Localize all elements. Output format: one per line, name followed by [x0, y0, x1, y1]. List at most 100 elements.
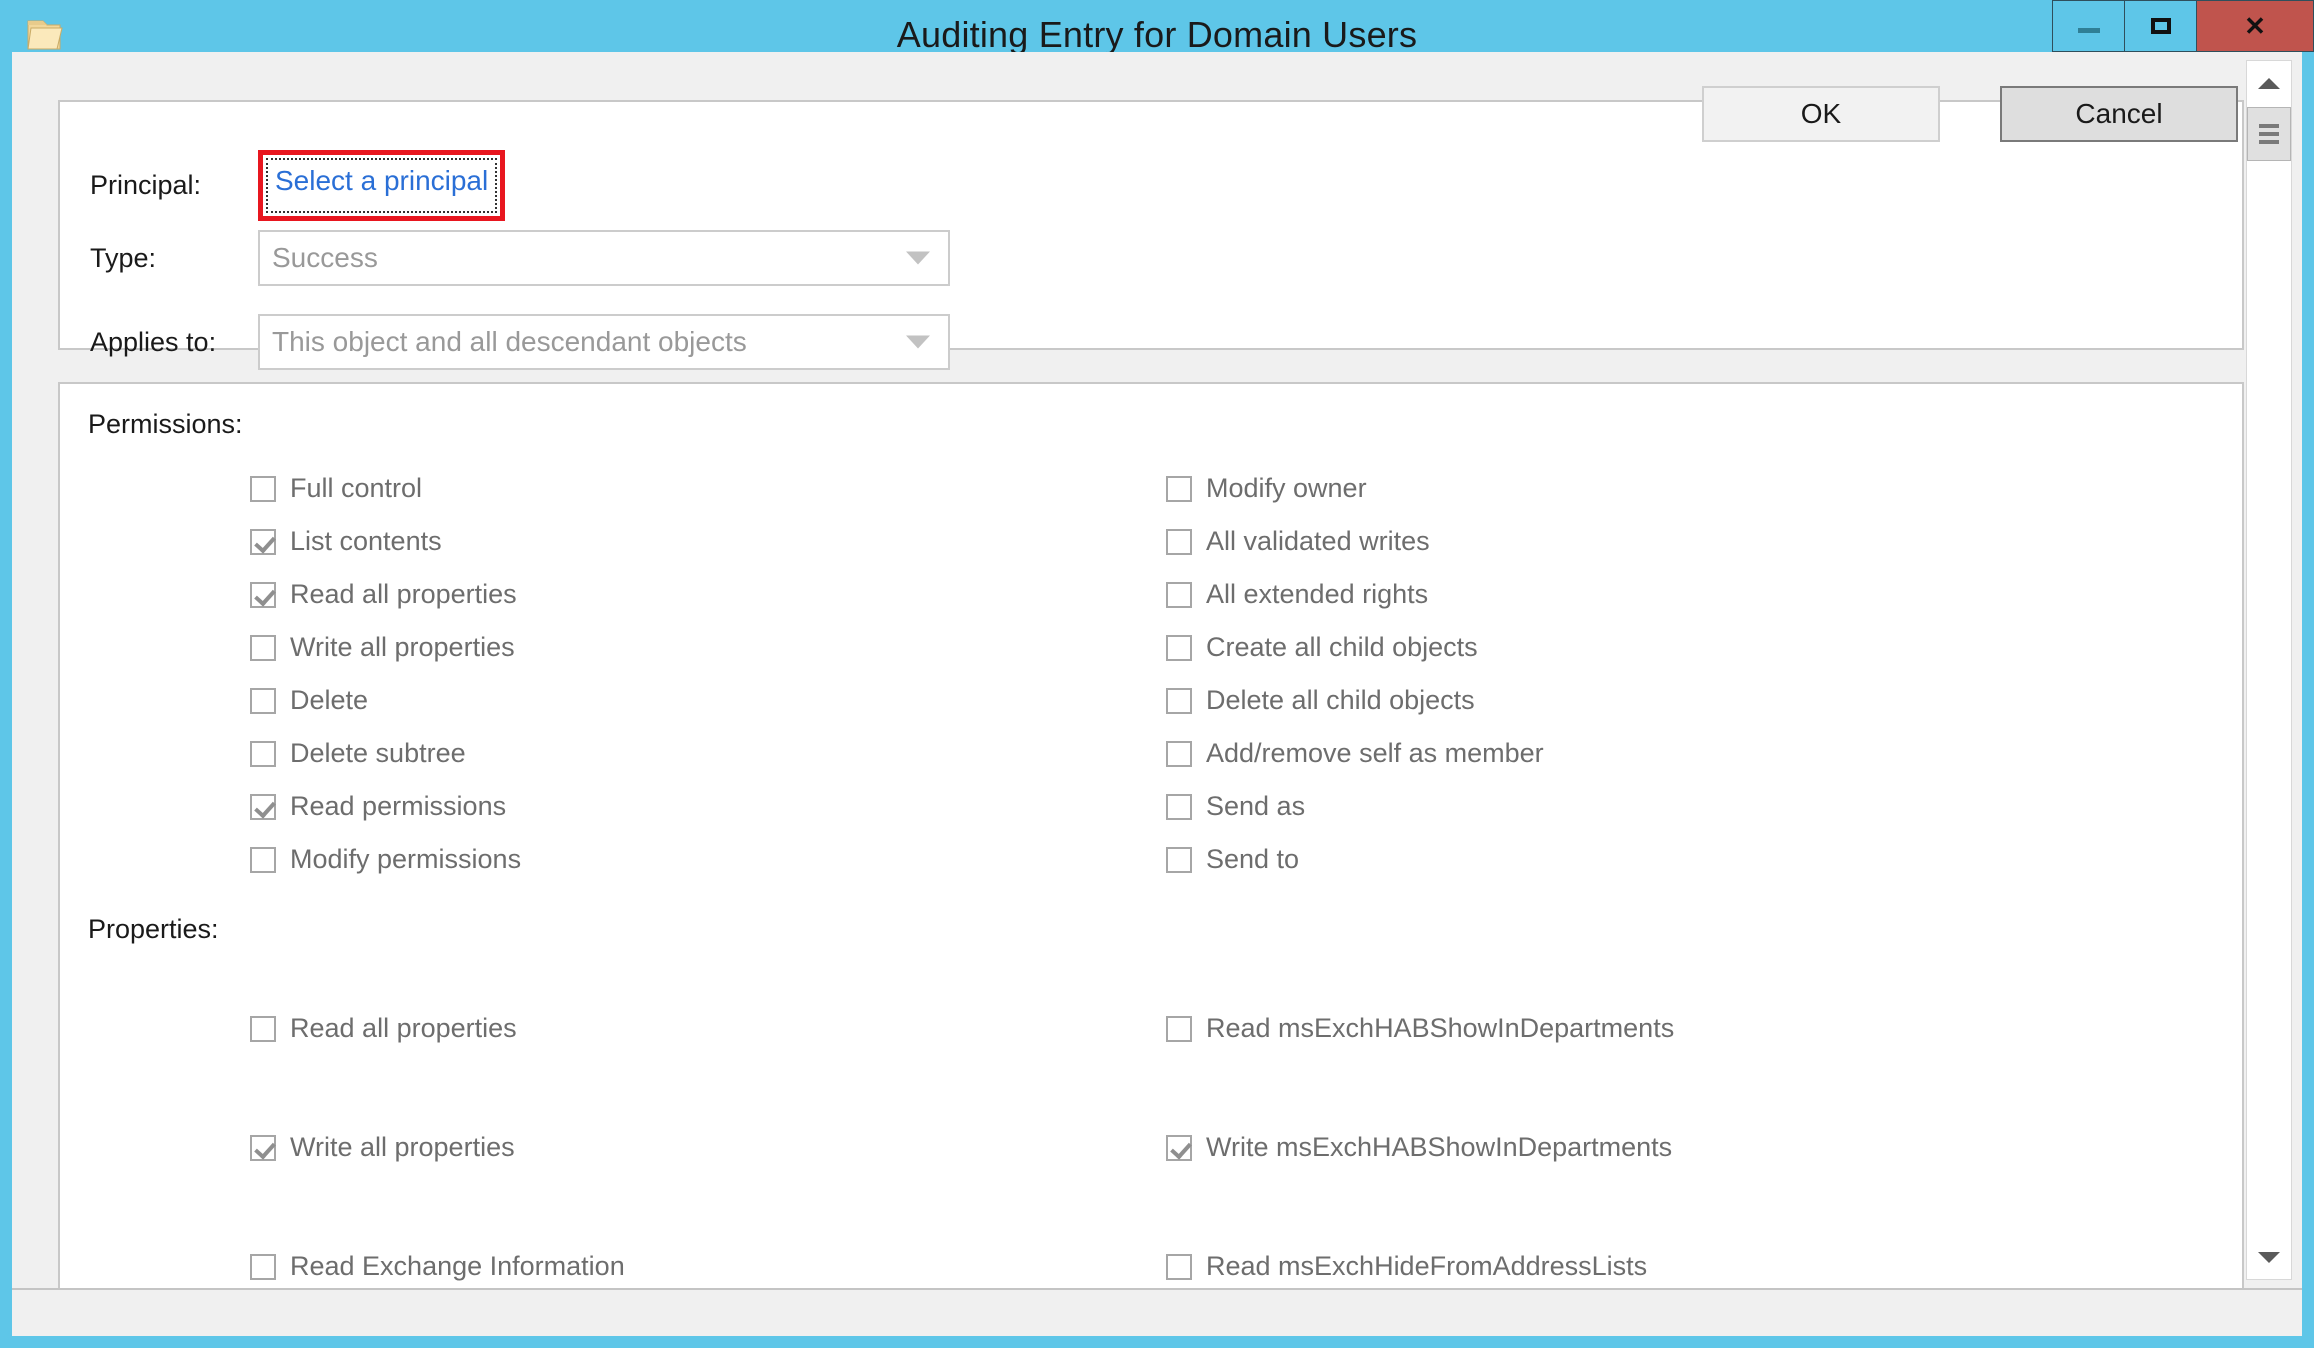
checkbox-row[interactable]: All extended rights: [1166, 568, 1544, 621]
checkbox-unchecked-icon[interactable]: [250, 846, 276, 873]
select-principal-label: Select a principal: [275, 165, 489, 196]
checkbox-row[interactable]: Delete: [250, 674, 521, 727]
checkbox-row[interactable]: Send to: [1166, 833, 1544, 886]
checkbox-label: Add/remove self as member: [1206, 738, 1544, 768]
checkbox-label: Full control: [290, 473, 423, 503]
checkbox-checked-icon[interactable]: [250, 528, 276, 555]
checkbox-unchecked-icon[interactable]: [250, 1015, 276, 1042]
cancel-button[interactable]: Cancel: [2000, 86, 2238, 142]
principal-highlight: Select a principal: [258, 150, 506, 221]
checkbox-row[interactable]: Delete subtree: [250, 727, 521, 780]
select-principal-link[interactable]: Select a principal: [266, 158, 498, 213]
type-value: Success: [272, 242, 378, 273]
checkbox-unchecked-icon[interactable]: [250, 740, 276, 767]
applies-to-value: This object and all descendant objects: [272, 326, 747, 357]
scroll-down-button[interactable]: [2247, 1235, 2291, 1279]
maximize-icon: [2150, 18, 2171, 34]
maximize-button[interactable]: [2124, 0, 2196, 52]
checkbox-unchecked-icon[interactable]: [1166, 1253, 1192, 1280]
checkbox-row[interactable]: Write all properties: [250, 1088, 625, 1207]
checkbox-label: Read msExchHABShowInDepartments: [1206, 1013, 1675, 1043]
checkbox-row[interactable]: Modify permissions: [250, 833, 521, 886]
checkbox-label: Delete all child objects: [1206, 685, 1475, 715]
ok-button[interactable]: OK: [1702, 86, 1940, 142]
checkbox-checked-icon[interactable]: [250, 1134, 276, 1161]
checkbox-label: Write msExchHABShowInDepartments: [1206, 1132, 1673, 1162]
checkbox-unchecked-icon[interactable]: [250, 687, 276, 714]
window-controls: ✕: [2052, 0, 2314, 52]
checkbox-checked-icon[interactable]: [1166, 1134, 1192, 1161]
applies-to-label: Applies to:: [90, 326, 217, 357]
checkbox-row[interactable]: Read permissions: [250, 780, 521, 833]
dialog-footer: [12, 1288, 2302, 1336]
checkbox-row[interactable]: Read all properties: [250, 568, 521, 621]
chevron-down-icon: [906, 335, 930, 349]
checkbox-unchecked-icon[interactable]: [1166, 793, 1192, 820]
checkbox-label: Write all properties: [290, 1132, 515, 1162]
grip-line: [2259, 132, 2279, 136]
checkbox-label: All validated writes: [1206, 526, 1430, 556]
checkbox-label: Read all properties: [290, 579, 517, 609]
dialog-body: Principal: Select a principal Type: Succ…: [12, 52, 2302, 1336]
checkbox-label: Write all properties: [290, 632, 515, 662]
auditing-entry-dialog: Auditing Entry for Domain Users ✕ Princi…: [0, 0, 2314, 1348]
checkbox-unchecked-icon[interactable]: [1166, 687, 1192, 714]
checkbox-row[interactable]: Delete all child objects: [1166, 674, 1544, 727]
checkbox-unchecked-icon[interactable]: [250, 1253, 276, 1280]
checkbox-unchecked-icon[interactable]: [1166, 581, 1192, 608]
principal-label: Principal:: [90, 170, 202, 200]
permissions-heading: Permissions:: [88, 409, 243, 439]
applies-to-row: Applies to: This object and all descenda…: [90, 314, 950, 370]
vertical-scrollbar[interactable]: [2246, 60, 2292, 1280]
checkbox-unchecked-icon[interactable]: [1166, 1015, 1192, 1042]
checkbox-row[interactable]: Modify owner: [1166, 462, 1544, 515]
chevron-down-icon: [906, 251, 930, 265]
checkbox-label: List contents: [290, 526, 442, 556]
checkbox-unchecked-icon[interactable]: [1166, 740, 1192, 767]
type-label: Type:: [90, 242, 157, 273]
checkbox-row[interactable]: Send as: [1166, 780, 1544, 833]
checkbox-label: Read permissions: [290, 791, 507, 821]
applies-to-dropdown[interactable]: This object and all descendant objects: [258, 314, 950, 370]
scrollbar-thumb[interactable]: [2247, 107, 2291, 161]
grip-line: [2259, 140, 2279, 144]
checkbox-checked-icon[interactable]: [250, 581, 276, 608]
minimize-button[interactable]: [2052, 0, 2124, 52]
checkbox-label: Create all child objects: [1206, 632, 1478, 662]
checkbox-row[interactable]: Write all properties: [250, 621, 521, 674]
checkbox-unchecked-icon[interactable]: [1166, 634, 1192, 661]
checkbox-label: Read all properties: [290, 1013, 517, 1043]
checkbox-unchecked-icon[interactable]: [250, 634, 276, 661]
scroll-region: Principal: Select a principal Type: Succ…: [12, 52, 2302, 1302]
checkbox-row[interactable]: All validated writes: [1166, 515, 1544, 568]
checkbox-row[interactable]: Write msExchHABShowInDepartments: [1166, 1088, 1674, 1207]
principal-row: Principal: Select a principal: [90, 150, 506, 221]
checkbox-row[interactable]: List contents: [250, 515, 521, 568]
checkbox-label: All extended rights: [1206, 579, 1429, 609]
checkbox-unchecked-icon[interactable]: [1166, 528, 1192, 555]
checkbox-unchecked-icon[interactable]: [250, 475, 276, 502]
checkbox-row[interactable]: Read msExchHABShowInDepartments: [1166, 969, 1674, 1088]
checkbox-label: Read Exchange Information: [290, 1251, 625, 1281]
checkbox-unchecked-icon[interactable]: [1166, 846, 1192, 873]
properties-left-column: Read all properties Write all properties R…: [250, 969, 625, 1326]
checkbox-unchecked-icon[interactable]: [1166, 475, 1192, 502]
checkbox-row[interactable]: Read all properties: [250, 969, 625, 1088]
properties-right-column: Read msExchHABShowInDepartments Write msE…: [1166, 969, 1674, 1326]
page-title: Auditing Entry for Domain Users: [896, 14, 1418, 55]
chevron-down-icon: [2258, 1251, 2280, 1263]
scroll-up-button[interactable]: [2247, 61, 2291, 105]
checkbox-row[interactable]: Full control: [250, 462, 521, 515]
type-row: Type: Success: [90, 230, 950, 286]
properties-heading: Properties:: [88, 914, 219, 944]
close-icon: ✕: [2244, 11, 2266, 41]
checkbox-row[interactable]: Create all child objects: [1166, 621, 1544, 674]
close-button[interactable]: ✕: [2196, 0, 2314, 52]
checkbox-row[interactable]: Add/remove self as member: [1166, 727, 1544, 780]
chevron-up-icon: [2258, 77, 2280, 89]
grip-line: [2259, 124, 2279, 128]
type-dropdown[interactable]: Success: [258, 230, 950, 286]
checkbox-checked-icon[interactable]: [250, 793, 276, 820]
checkbox-label: Read msExchHideFromAddressLists: [1206, 1251, 1648, 1281]
checkbox-label: Delete subtree: [290, 738, 466, 768]
